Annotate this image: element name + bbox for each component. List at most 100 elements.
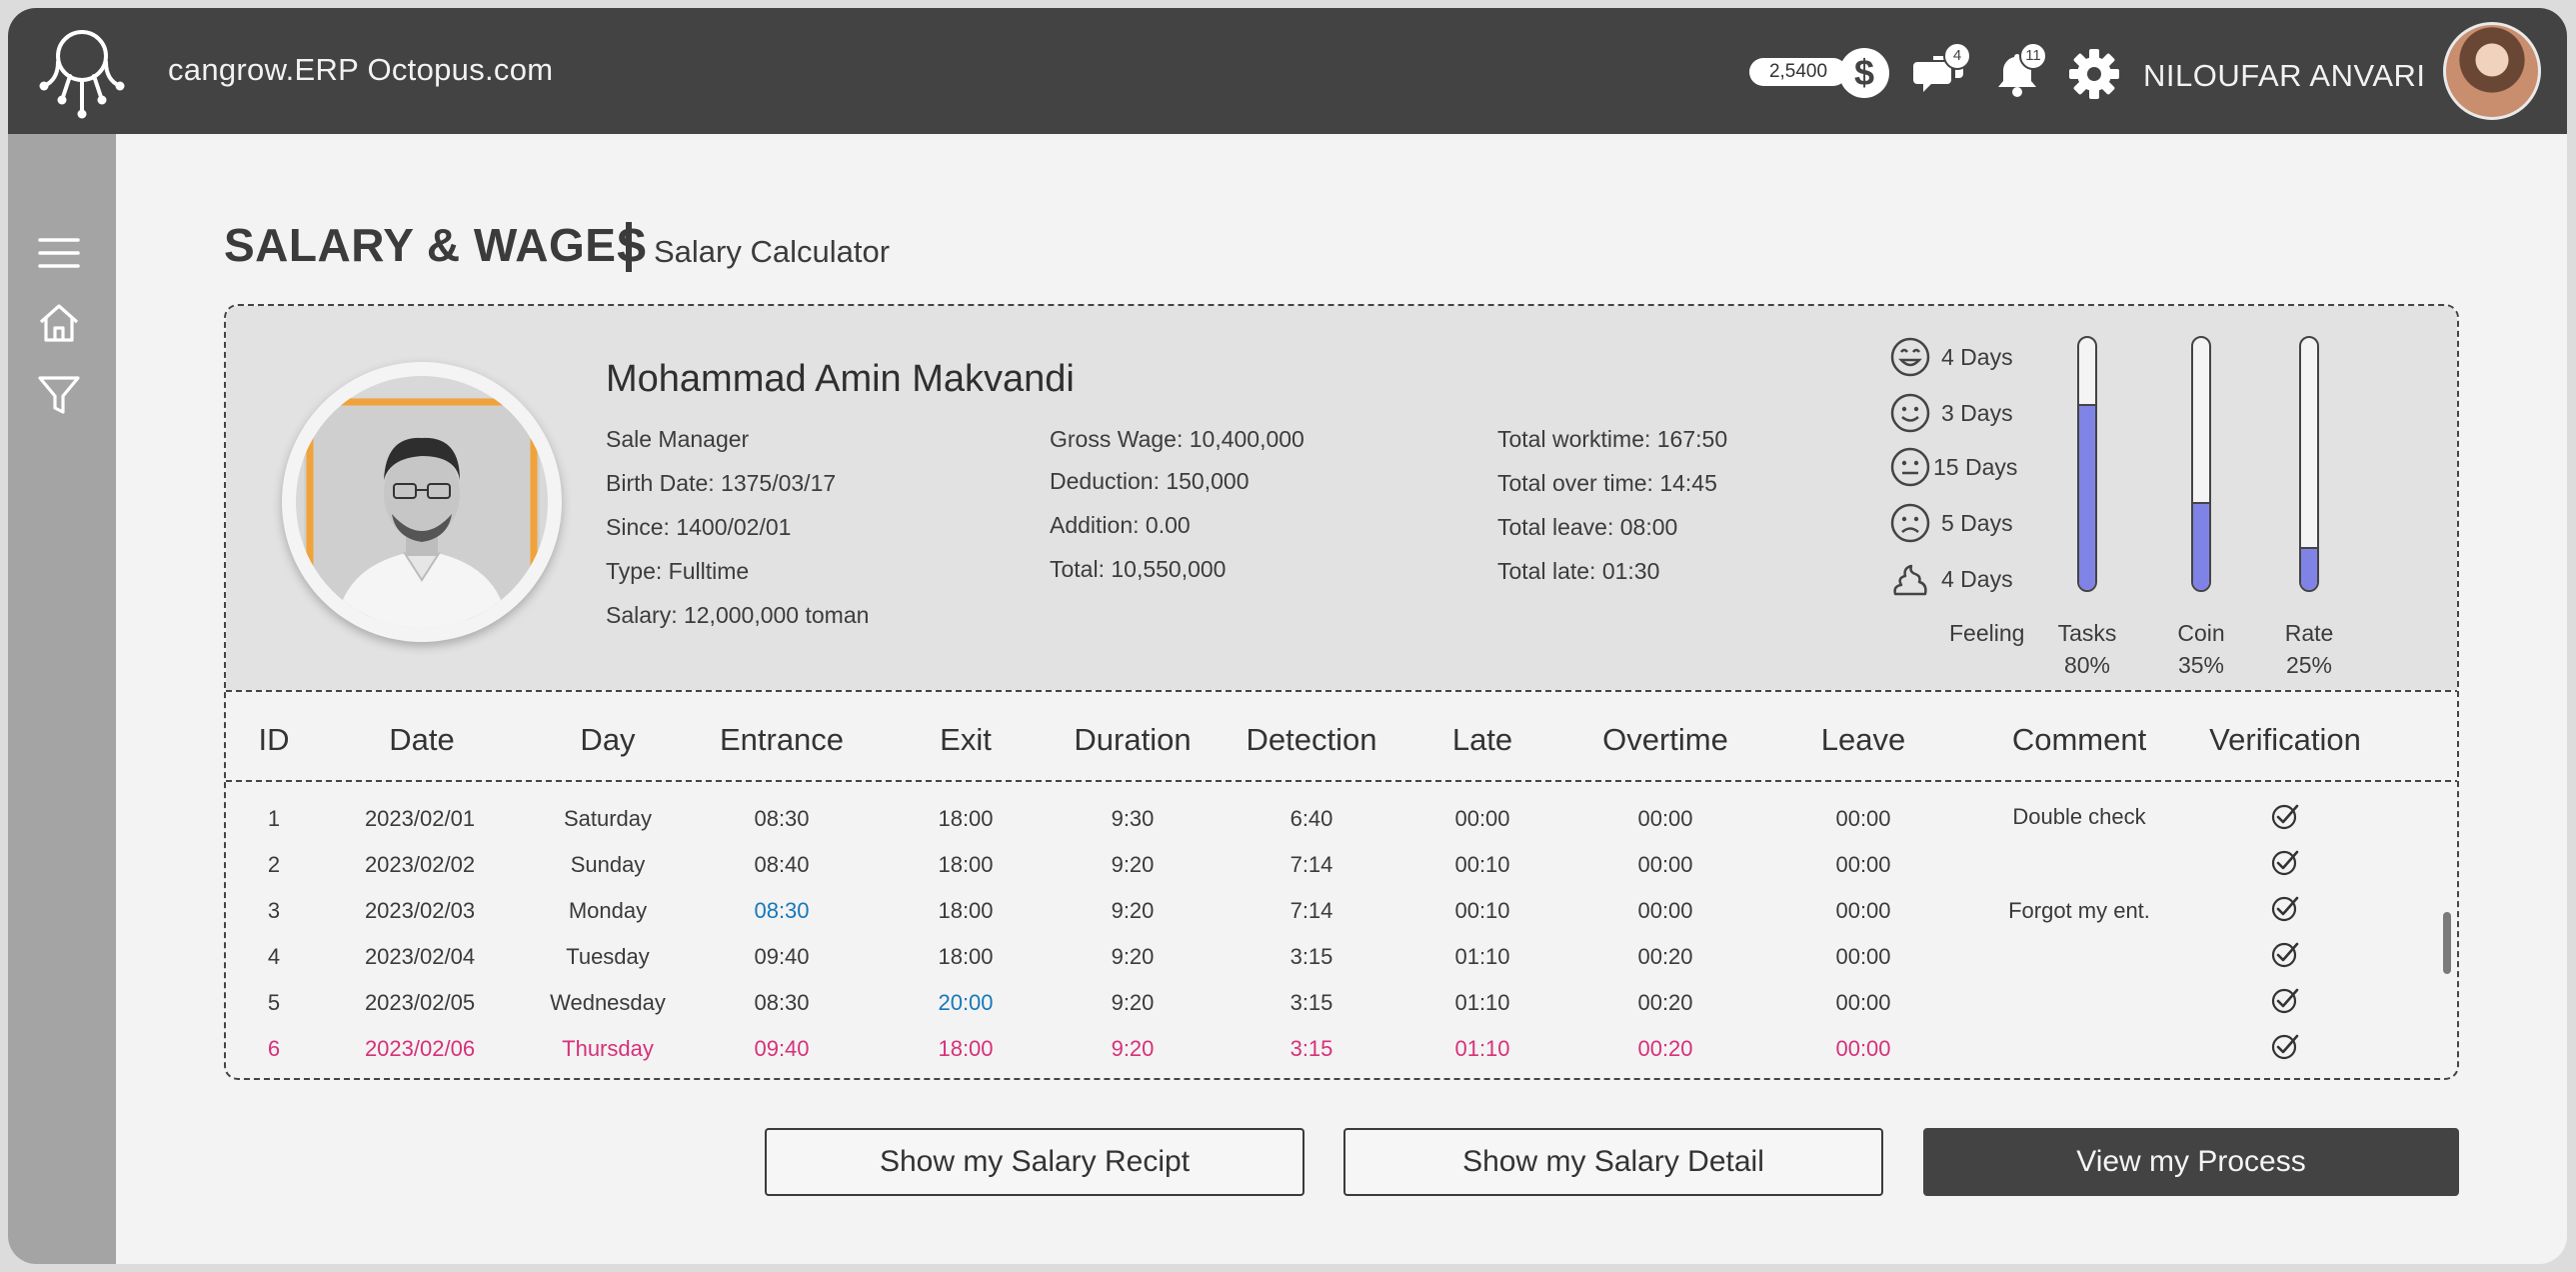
addition: Addition: 0.00 [1050, 512, 1191, 538]
cell-detection: 6:40 [1289, 806, 1333, 831]
cell-date: 2023/02/01 [364, 806, 476, 831]
cell-day: Tuesday [566, 944, 650, 969]
feeling-days: 4 Days [1941, 344, 2013, 370]
cell-duration: 9:20 [1111, 944, 1155, 969]
cell-duration: 9:20 [1111, 990, 1155, 1015]
employee-photo-frame [282, 362, 562, 642]
cell-leave: 00:00 [1835, 944, 1891, 969]
employee-birth-date: Birth Date: 1375/03/17 [606, 470, 837, 496]
sidebar [8, 134, 116, 1264]
view-process-button[interactable]: View my Process [1923, 1128, 2459, 1196]
cell-overtime: 00:00 [1637, 806, 1693, 831]
table-row[interactable]: 5 2023/02/05 Wednesday 08:30 20:00 9:20 … [226, 980, 2457, 1026]
app-title: cangrow.ERP Octopus.com [168, 52, 554, 87]
cell-late: 01:10 [1454, 944, 1510, 969]
coin-balance[interactable]: 2,5400 [1749, 58, 1847, 86]
column-header-detection[interactable]: Detection [1247, 722, 1377, 758]
salary-panel: Mohammad Amin Makvandi Sale Manager Birt… [224, 304, 2459, 1080]
dollar-icon[interactable]: $ [1839, 48, 1889, 98]
user-avatar[interactable] [2443, 22, 2541, 120]
notifications-badge: 11 [2019, 42, 2047, 70]
table-row[interactable]: 4 2023/02/04 Tuesday 09:40 18:00 9:20 3:… [226, 934, 2457, 980]
filter-icon[interactable] [36, 372, 82, 418]
page-title: SALARY & WAGES [224, 219, 648, 271]
verified-check-icon[interactable] [2270, 802, 2300, 832]
cell-detection: 7:14 [1289, 898, 1333, 923]
cell-overtime: 00:20 [1637, 1036, 1693, 1061]
cell-id: 6 [267, 1036, 281, 1061]
home-icon[interactable] [36, 300, 82, 346]
cell-leave: 00:00 [1835, 898, 1891, 923]
table-row[interactable]: 3 2023/02/03 Monday 08:30 18:00 9:20 7:1… [226, 888, 2457, 934]
sad-face-icon [1890, 503, 1930, 543]
cell-day: Sunday [570, 852, 646, 877]
verified-check-icon[interactable] [2270, 1032, 2300, 1062]
cell-id: 5 [267, 990, 281, 1015]
cell-id: 4 [267, 944, 281, 969]
cell-leave: 00:00 [1835, 806, 1891, 831]
user-name[interactable]: NILOUFAR ANVARI [2143, 58, 2426, 94]
show-salary-receipt-button[interactable]: Show my Salary Recipt [765, 1128, 1304, 1196]
verified-check-icon[interactable] [2270, 940, 2300, 970]
column-header-exit[interactable]: Exit [940, 722, 992, 758]
table-scrollbar[interactable] [2443, 912, 2451, 974]
cell-leave: 00:00 [1835, 990, 1891, 1015]
rate-meter [2299, 336, 2319, 592]
cell-comment: Double check [2012, 804, 2146, 829]
column-header-comment[interactable]: Comment [2012, 722, 2146, 758]
cell-detection: 3:15 [1289, 944, 1333, 969]
cell-late: 01:10 [1454, 990, 1510, 1015]
table-header: ID Date Day Entrance Exit Duration Detec… [226, 690, 2457, 780]
column-header-entrance[interactable]: Entrance [720, 722, 844, 758]
cell-exit: 18:00 [938, 852, 994, 877]
tasks-meter-fill [2079, 403, 2095, 590]
employee-portrait [304, 398, 540, 628]
verified-check-icon[interactable] [2270, 848, 2300, 878]
employee-salary: Salary: 12,000,000 toman [606, 602, 870, 628]
cell-exit: 18:00 [938, 944, 994, 969]
cell-duration: 9:20 [1111, 1036, 1155, 1061]
neutral-face-icon [1890, 447, 1930, 487]
column-header-leave[interactable]: Leave [1821, 722, 1905, 758]
messages-button[interactable]: 4 [1913, 42, 1971, 100]
cell-duration: 9:30 [1111, 806, 1155, 831]
coin-meter-fill [2193, 501, 2209, 590]
verified-check-icon[interactable] [2270, 986, 2300, 1016]
cell-date: 2023/02/06 [364, 1036, 476, 1061]
column-header-date[interactable]: Date [389, 722, 454, 758]
cell-exit: 18:00 [938, 806, 994, 831]
cell-late: 00:00 [1454, 806, 1510, 831]
column-header-day[interactable]: Day [580, 722, 635, 758]
employee-name: Mohammad Amin Makvandi [606, 358, 1075, 400]
title-separator [626, 222, 632, 272]
column-header-verification[interactable]: Verification [2209, 722, 2361, 758]
rate-label: Rate [2284, 620, 2334, 646]
employee-photo [296, 376, 548, 628]
cell-date: 2023/02/03 [364, 898, 476, 923]
tasks-percent: 80% [2063, 652, 2111, 678]
happy-face-icon [1890, 393, 1930, 433]
table-row[interactable]: 2 2023/02/02 Sunday 08:40 18:00 9:20 7:1… [226, 842, 2457, 888]
cell-day: Wednesday [550, 990, 666, 1015]
column-header-late[interactable]: Late [1452, 722, 1512, 758]
total-late: Total late: 01:30 [1497, 558, 1660, 584]
table-row[interactable]: 1 2023/02/01 Saturday 08:30 18:00 9:30 6… [226, 796, 2457, 842]
column-header-duration[interactable]: Duration [1074, 722, 1191, 758]
gear-icon[interactable] [2067, 48, 2121, 100]
table-row-highlighted[interactable]: 6 2023/02/06 Thursday 09:40 18:00 9:20 3… [226, 1026, 2457, 1072]
column-header-id[interactable]: ID [259, 722, 290, 758]
column-header-overtime[interactable]: Overtime [1602, 722, 1728, 758]
cell-id: 1 [267, 806, 281, 831]
show-salary-detail-button[interactable]: Show my Salary Detail [1343, 1128, 1883, 1196]
cell-detection: 3:15 [1289, 990, 1333, 1015]
menu-icon[interactable] [36, 230, 82, 276]
employee-role: Sale Manager [606, 426, 750, 452]
rate-percent: 25% [2285, 652, 2333, 678]
notifications-button[interactable]: 11 [1991, 42, 2047, 100]
messages-badge: 4 [1943, 42, 1971, 70]
cell-comment: Forgot my ent. [2008, 898, 2150, 923]
verified-check-icon[interactable] [2270, 894, 2300, 924]
cell-exit: 18:00 [938, 898, 994, 923]
cell-date: 2023/02/04 [364, 944, 476, 969]
total-worktime: Total worktime: 167:50 [1497, 426, 1728, 452]
